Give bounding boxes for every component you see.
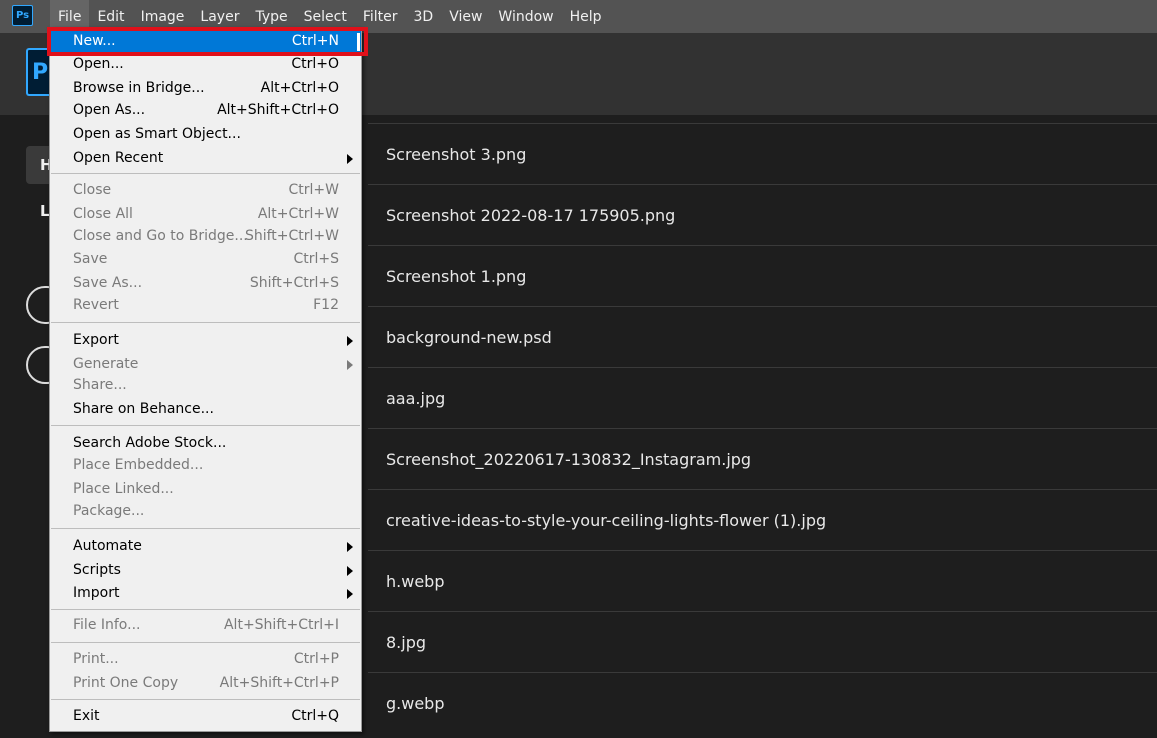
menu-item-open-as[interactable]: Open As... Alt+Shift+Ctrl+O: [50, 100, 361, 122]
submenu-arrow-icon: [347, 336, 353, 346]
menu-item-close[interactable]: Close Ctrl+W: [50, 180, 361, 202]
recent-file-row[interactable]: aaa.jpg: [368, 367, 1157, 428]
menu-item-close-go-bridge[interactable]: Close and Go to Bridge... Shift+Ctrl+W: [50, 226, 361, 248]
menu-separator: [51, 528, 360, 529]
recent-files-list: Screenshot 3.png Screenshot 2022-08-17 1…: [368, 123, 1157, 733]
menu-separator: [51, 642, 360, 643]
menu-item-label: Package...: [73, 503, 145, 519]
menu-item-label: Open as Smart Object...: [73, 126, 241, 142]
menu-item-label: Exit: [73, 708, 100, 724]
submenu-arrow-icon: [347, 542, 353, 552]
menu-item-label: Automate: [73, 538, 142, 554]
menu-item-label: Print...: [73, 651, 119, 667]
menu-item-open[interactable]: Open... Ctrl+O: [50, 54, 361, 76]
menu-item-label: Search Adobe Stock...: [73, 435, 227, 451]
menu-separator: [51, 609, 360, 610]
recent-file-row[interactable]: background-new.psd: [368, 306, 1157, 367]
recent-file-row[interactable]: h.webp: [368, 550, 1157, 611]
menu-item-place-linked[interactable]: Place Linked...: [50, 479, 361, 501]
menu-item-shortcut: Alt+Shift+Ctrl+I: [223, 617, 339, 633]
recent-file-row[interactable]: Screenshot 2022-08-17 175905.png: [368, 184, 1157, 245]
menu-item-open-smart-object[interactable]: Open as Smart Object...: [50, 124, 361, 146]
menu-item-label: Share on Behance...: [73, 401, 214, 417]
menu-item-shortcut: Ctrl+Q: [291, 708, 339, 724]
menu-item-revert[interactable]: Revert F12: [50, 295, 361, 317]
recent-file-row[interactable]: Screenshot_20220617-130832_Instagram.jpg: [368, 428, 1157, 489]
menu-item-shortcut: Shift+Ctrl+S: [249, 275, 339, 291]
menu-item-label: Import: [73, 585, 120, 601]
menu-help[interactable]: Help: [562, 0, 610, 33]
menu-item-print-one-copy[interactable]: Print One Copy Alt+Shift+Ctrl+P: [50, 673, 361, 695]
menu-item-shortcut: Alt+Shift+Ctrl+P: [219, 675, 339, 691]
menu-item-generate[interactable]: Generate: [50, 354, 361, 376]
menu-item-share-behance[interactable]: Share on Behance...: [50, 399, 361, 421]
menu-item-export[interactable]: Export: [50, 330, 361, 352]
menu-item-label: Export: [73, 332, 119, 348]
menu-item-shortcut: Shift+Ctrl+W: [244, 228, 339, 244]
menu-item-shortcut: Alt+Shift+Ctrl+O: [217, 102, 339, 118]
menu-item-label: Open As...: [73, 102, 146, 118]
menu-item-label: Close All: [73, 206, 133, 222]
menu-3d[interactable]: 3D: [406, 0, 442, 33]
menu-item-shortcut: Alt+Ctrl+W: [257, 206, 339, 222]
menu-item-search-adobe-stock[interactable]: Search Adobe Stock...: [50, 433, 361, 455]
menu-item-label: Save: [73, 251, 108, 267]
menu-item-scripts[interactable]: Scripts: [50, 560, 361, 582]
menu-item-shortcut: Alt+Ctrl+O: [260, 80, 339, 96]
menu-item-open-recent[interactable]: Open Recent: [50, 148, 361, 170]
menu-separator: [51, 699, 360, 700]
submenu-arrow-icon: [347, 566, 353, 576]
menu-separator: [51, 173, 360, 174]
menu-item-label: File Info...: [73, 617, 141, 633]
menu-item-shortcut: Ctrl+W: [288, 182, 339, 198]
menu-item-label: Close and Go to Bridge...: [73, 228, 248, 244]
menu-item-label: Browse in Bridge...: [73, 80, 205, 96]
recent-file-row[interactable]: creative-ideas-to-style-your-ceiling-lig…: [368, 489, 1157, 550]
menu-window[interactable]: Window: [490, 0, 561, 33]
menu-item-label: Place Embedded...: [73, 457, 204, 473]
menu-item-label: Open Recent: [73, 150, 164, 166]
menu-item-print[interactable]: Print... Ctrl+P: [50, 649, 361, 671]
submenu-arrow-icon: [347, 589, 353, 599]
menu-item-file-info[interactable]: File Info... Alt+Shift+Ctrl+I: [50, 615, 361, 637]
menu-item-label: Generate: [73, 356, 139, 372]
recent-file-row[interactable]: g.webp: [368, 672, 1157, 733]
menu-item-save[interactable]: Save Ctrl+S: [50, 249, 361, 271]
menu-item-label: Share...: [73, 377, 127, 393]
menu-item-shortcut: Ctrl+S: [293, 251, 339, 267]
recent-file-row[interactable]: Screenshot 3.png: [368, 123, 1157, 184]
menu-item-label: Place Linked...: [73, 481, 174, 497]
menu-item-close-all[interactable]: Close All Alt+Ctrl+W: [50, 204, 361, 226]
menu-item-browse-bridge[interactable]: Browse in Bridge... Alt+Ctrl+O: [50, 78, 361, 100]
menu-item-label: Print One Copy: [73, 675, 179, 691]
menu-item-label: Revert: [73, 297, 119, 313]
menu-item-label: Close: [73, 182, 112, 198]
menu-separator: [51, 425, 360, 426]
submenu-arrow-icon: [347, 154, 353, 164]
menu-item-exit[interactable]: Exit Ctrl+Q: [50, 706, 361, 728]
photoshop-window: Ps File Edit Image Layer Type Select Fil…: [0, 0, 1157, 738]
menu-item-label: Scripts: [73, 562, 121, 578]
menu-item-place-embedded[interactable]: Place Embedded...: [50, 455, 361, 477]
menu-item-package[interactable]: Package...: [50, 501, 361, 523]
menu-item-shortcut: Ctrl+O: [291, 56, 339, 72]
annotation-highlight-box: [47, 27, 368, 56]
photoshop-logo-icon[interactable]: Ps: [12, 5, 33, 26]
menu-item-label: Open...: [73, 56, 124, 72]
submenu-arrow-icon: [347, 360, 353, 370]
file-menu-dropdown: New... Ctrl+N Open... Ctrl+O Browse in B…: [49, 27, 362, 732]
recent-file-row[interactable]: 8.jpg: [368, 611, 1157, 672]
menu-item-save-as[interactable]: Save As... Shift+Ctrl+S: [50, 273, 361, 295]
menu-separator: [51, 322, 360, 323]
menu-item-automate[interactable]: Automate: [50, 536, 361, 558]
menu-item-share[interactable]: Share...: [50, 375, 361, 397]
menu-item-label: Save As...: [73, 275, 143, 291]
menu-item-import[interactable]: Import: [50, 583, 361, 605]
recent-file-row[interactable]: Screenshot 1.png: [368, 245, 1157, 306]
menu-view[interactable]: View: [441, 0, 490, 33]
menu-item-shortcut: Ctrl+P: [293, 651, 339, 667]
menu-item-shortcut: F12: [313, 297, 339, 313]
